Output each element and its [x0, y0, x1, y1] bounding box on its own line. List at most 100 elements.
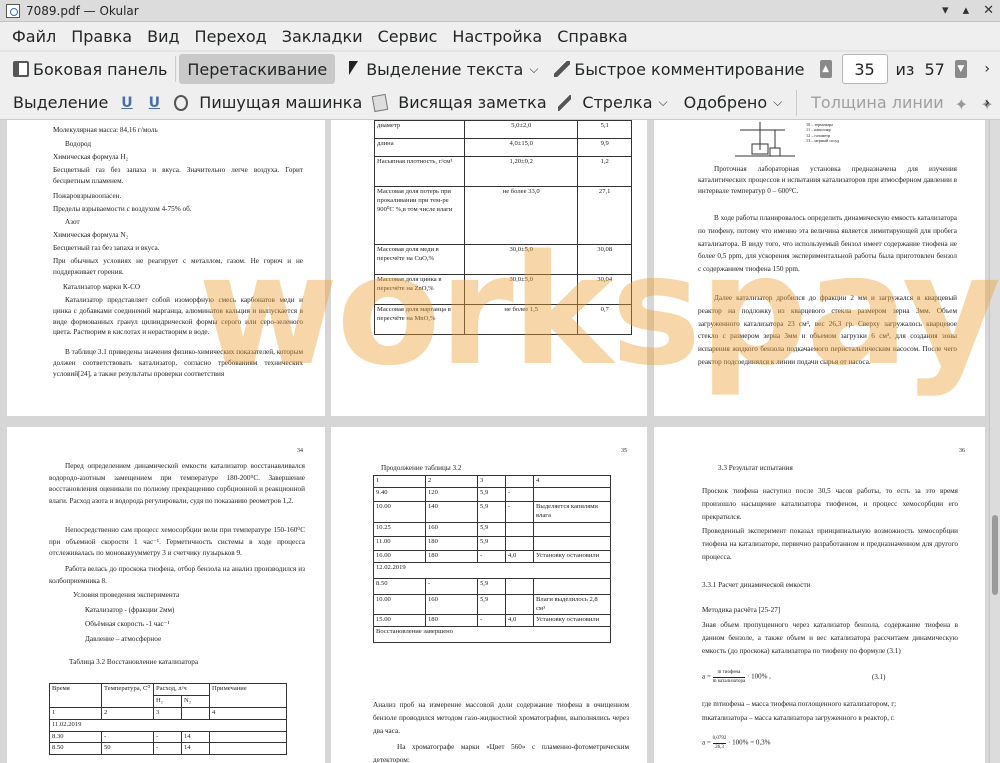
pdf-page: Молекулярная масса: 84,16 г/моль Водород… [7, 120, 325, 416]
table-cell: 8.30 [49, 730, 102, 744]
table-cell: 9.40 [373, 487, 426, 502]
stamp-button[interactable]: Одобрено ⌵ [679, 88, 794, 118]
table-cell: 1 [49, 706, 102, 720]
table-cell: 160 [425, 521, 478, 537]
text-selection-button[interactable]: Выделение текста ⌵ [341, 54, 549, 84]
table-header: Температура, C⁰ [101, 683, 154, 708]
annotation-toolbar: Выделение U U Пишущая машинка Висящая за… [0, 86, 1000, 120]
table-cell: 10.00 [373, 593, 426, 616]
table-cell: 180 [425, 614, 478, 628]
sidebar-button[interactable]: Боковая панель [8, 54, 172, 84]
previous-page-icon[interactable]: ▲ [819, 60, 832, 78]
formula-fraction: 0,0792 26,3 [712, 735, 727, 751]
table-cell: Установку остановили [533, 549, 611, 563]
table-row: Восстановление завершено [373, 626, 611, 644]
table-row: Насыпная плотность, г/см³ 1,20±0,2 1,2 [374, 156, 632, 187]
page-number: 34 [297, 448, 303, 454]
arrow-label: Стрелка [582, 93, 653, 112]
table-cell: 120 [425, 487, 478, 502]
menu-bookmarks[interactable]: Закладки [282, 27, 363, 46]
menu-tools[interactable]: Сервис [378, 27, 438, 46]
formula-3-1: a = m тиофена m катализатора · 100% , [702, 669, 771, 685]
line-width-button[interactable]: Толщина линии [806, 88, 949, 118]
menu-settings[interactable]: Настройка [452, 27, 542, 46]
highlight-button[interactable]: Выделение [8, 88, 113, 118]
maximize-icon[interactable]: ▴ [963, 3, 970, 18]
page-text: Давление – атмосферное [85, 635, 162, 643]
squiggle-underline-icon[interactable]: U [149, 95, 160, 111]
table-cell: 30,04 [577, 274, 632, 305]
table-cell [505, 535, 534, 551]
table-cell [209, 730, 287, 744]
typewriter-label: Пишущая машинка [199, 93, 363, 112]
table-row: 10.00 140 5,9- Выделяется капилями влага [373, 501, 611, 523]
menu-go[interactable]: Переход [195, 27, 267, 46]
menu-view[interactable]: Вид [147, 27, 179, 46]
formula-text: · 100% = 0,3% [728, 738, 771, 747]
scrollbar-thumb[interactable] [992, 515, 998, 595]
typewriter-button[interactable]: Пишущая машинка [194, 88, 367, 118]
table-row: 9.40 120 5,9- [373, 487, 611, 502]
table-row: Время Температура, C⁰ Расход, л/ч Примечани… [49, 683, 287, 708]
menu-file[interactable]: Файл [12, 27, 56, 46]
table-row: 8.30- -14 [49, 730, 287, 744]
okular-app-icon [6, 3, 20, 18]
page-text: Проскок тиофена наступил после 30,5 часо… [702, 487, 958, 521]
table-cell: - [153, 742, 182, 756]
table-cell: 5,9 [477, 577, 506, 595]
document-viewport[interactable]: Молекулярная масса: 84,16 г/моль Водород… [0, 120, 1000, 763]
table-cell: 140 [425, 501, 478, 523]
chevron-down-icon[interactable]: ⌵ [773, 95, 782, 110]
quick-comment-button[interactable]: Быстрое комментирование [549, 54, 809, 84]
toolbar-overflow-icon[interactable]: › [984, 61, 990, 77]
table-row: 15.00 180-4,0 Установку остановили [373, 614, 611, 628]
page-text: Молекулярная масса: 84,16 г/моль [53, 126, 158, 134]
vertical-scrollbar[interactable] [989, 120, 1000, 763]
toolbar-overflow-icon[interactable]: › [984, 95, 990, 111]
table-caption: Продолжение таблицы 3.2 [381, 464, 462, 472]
strikeout-icon[interactable] [174, 94, 189, 111]
table-header: 2 [425, 475, 478, 488]
table-cell: 14 [181, 730, 210, 744]
table-cell [533, 521, 611, 537]
pop-note-button[interactable]: Висящая заметка [393, 88, 551, 118]
menu-help[interactable]: Справка [557, 27, 628, 46]
table-cell: - [425, 577, 478, 595]
table-cell [505, 521, 534, 537]
table-cell: - [505, 487, 534, 502]
color-icon[interactable]: ✦ [955, 95, 969, 114]
pdf-page: 35 Продолжение таблицы 3.2 1234 9.40 120 5… [331, 427, 647, 763]
table-cell: 10.00 [373, 501, 426, 523]
table-cell: 16.00 [373, 549, 426, 563]
menu-edit[interactable]: Правка [71, 27, 132, 46]
page-number: 35 [621, 448, 627, 454]
next-page-icon[interactable]: ▼ [954, 60, 967, 78]
table-cell: 160 [425, 593, 478, 616]
table-row: Массовая доля марганца в пересчёте на Mn… [374, 304, 632, 335]
arrow-button[interactable]: Стрелка ⌵ [577, 88, 678, 118]
note-icon [371, 93, 389, 112]
chevron-down-icon[interactable]: ⌵ [659, 95, 668, 110]
underline-icon[interactable]: U [121, 95, 132, 111]
table-cell: 3 [153, 706, 182, 720]
table-cell: 5,0±2,0 [463, 120, 579, 139]
table-header: Расход, л/ч [153, 683, 210, 696]
table-cell [209, 742, 287, 756]
page-heading: Азот [65, 218, 80, 226]
formula-text: · 100% , [746, 672, 771, 681]
page-heading: Катализатор марки К-СО [63, 283, 141, 291]
menu-bar: Файл Правка Вид Переход Закладки Сервис … [0, 22, 1000, 50]
formula-text: a = [702, 738, 711, 747]
page-text: Зная объем пропущенного через катализато… [702, 621, 958, 655]
page-number-input[interactable]: 35 [841, 54, 888, 84]
table-cell: 30,0±5,0 [463, 244, 579, 275]
drag-mode-button[interactable]: Перетаскивание [179, 54, 336, 84]
chevron-down-icon[interactable]: ⌵ [529, 62, 538, 77]
close-icon[interactable]: ✕ [983, 3, 994, 18]
table-cell: 5,9 [477, 487, 506, 502]
table-cell: 27,1 [577, 186, 632, 245]
minimize-icon[interactable]: ▾ [942, 3, 949, 18]
table-cell [181, 706, 210, 720]
table-cell: - [101, 730, 154, 744]
page-text: Пожаровзрывоопасен. [53, 192, 122, 200]
